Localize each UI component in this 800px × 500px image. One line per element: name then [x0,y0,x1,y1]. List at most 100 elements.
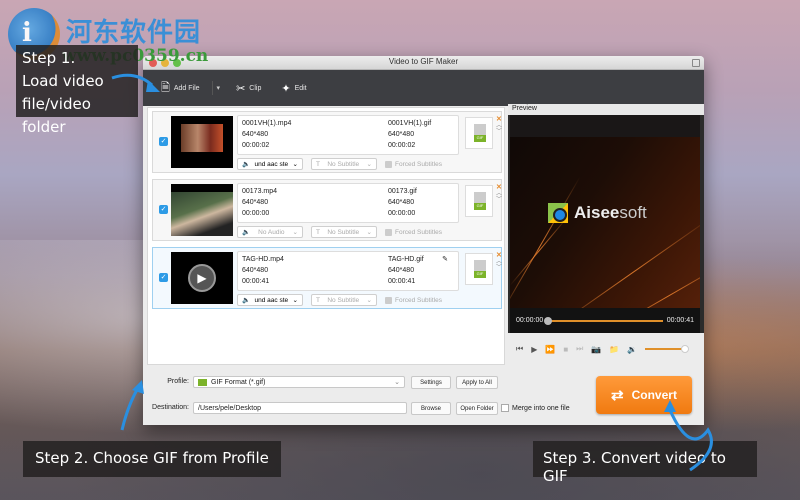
scissors-icon: ✂ [236,82,246,95]
reorder-arrows-icon[interactable]: ︿ ﹀ [496,259,502,271]
remove-file-icon[interactable]: ✕ [496,183,502,191]
remove-file-icon[interactable]: ✕ [496,251,502,259]
file-list: ✓ 0001VH(1).mp4 640*480 00:00:02 0001VH(… [147,107,505,365]
destination-label: Destination: [152,404,189,411]
volume-icon: 🔉 [627,344,638,354]
profile-label: Profile: [167,378,189,385]
file-checkbox[interactable]: ✓ [159,273,168,282]
subtitle-select[interactable]: T No Subtitle ⌄ [311,158,377,170]
forced-subtitles-checkbox[interactable]: Forced Subtitles [385,296,442,304]
fast-forward-icon[interactable]: ⏩ [545,345,555,354]
video-thumbnail: ▶ [171,252,233,304]
play-icon[interactable]: ▶ [531,345,537,354]
output-settings: Profile: GIF Format (*.gif) ⌄ Settings A… [143,365,704,425]
audio-track-select[interactable]: 🔈 No Audio ⌄ [237,226,303,238]
subtitle-select[interactable]: T No Subtitle ⌄ [311,294,377,306]
remove-file-icon[interactable]: ✕ [496,115,502,123]
subtitle-select[interactable]: T No Subtitle ⌄ [311,226,377,238]
fullscreen-icon[interactable] [692,59,700,67]
step3-callout: Step 3. Convert video to GIF [533,441,757,485]
add-file-button[interactable]: 🗎 Add File [153,76,208,100]
title-bar: Video to GIF Maker [143,56,704,70]
camera-icon[interactable]: 📷 [591,345,601,354]
output-format-button[interactable] [465,117,493,149]
gif-file-icon [474,260,486,278]
convert-button[interactable]: ⇄ Convert [596,376,692,414]
audio-track-select[interactable]: 🔈 und aac ste ⌄ [237,158,303,170]
seek-handle[interactable] [544,316,553,325]
browse-button[interactable]: Browse [411,402,451,415]
file-row[interactable]: ✓ ▶ TAG-HD.mp4 640*480 00:00:41 TAG-HD.g… [152,247,502,309]
play-icon[interactable]: ▶ [188,264,216,292]
current-time: 00:00:00 [516,317,544,324]
output-format-button[interactable] [465,253,493,285]
file-row[interactable]: ✓ 0001VH(1).mp4 640*480 00:00:02 0001VH(… [152,111,502,173]
clip-button[interactable]: ✂ Clip [228,76,269,100]
stop-icon[interactable]: ■ [563,345,568,354]
video-preview: Aiseesoft [510,115,700,333]
step2-callout: Step 2. Choose GIF from Profile [23,441,281,477]
app-window: Video to GIF Maker 🗎 Add File ▾ ✂ Clip ✦… [143,56,704,425]
preview-label: Preview [508,104,704,115]
text-icon: T [316,160,320,168]
speaker-icon: 🔈 [242,297,251,304]
forced-subtitles-checkbox[interactable]: Forced Subtitles [385,228,442,236]
pencil-icon[interactable]: ✎ [442,255,448,263]
reorder-arrows-icon[interactable]: ︿ ﹀ [496,123,502,135]
output-format-button[interactable] [465,185,493,217]
file-checkbox[interactable]: ✓ [159,205,168,214]
clip-label: Clip [249,84,262,92]
reorder-arrows-icon[interactable]: ︿ ﹀ [496,191,502,203]
file-checkbox[interactable]: ✓ [159,137,168,146]
forced-subtitles-checkbox[interactable]: Forced Subtitles [385,160,442,168]
volume-handle[interactable] [681,345,690,353]
output-duration: 00:00:02 [388,142,416,149]
audio-track-select[interactable]: 🔈 und aac ste ⌄ [237,294,303,306]
source-resolution: 640*480 [242,199,269,206]
output-resolution: 640*480 [388,199,415,206]
profile-select[interactable]: GIF Format (*.gif) ⌄ [193,376,405,388]
text-icon: T [316,228,320,236]
folder-icon[interactable]: 📁 [609,345,619,354]
merge-checkbox[interactable]: Merge into one file [501,404,570,412]
speaker-icon: 🔈 [242,161,251,168]
file-info: 0001VH(1).mp4 640*480 00:00:02 0001VH(1)… [237,115,459,155]
chevron-down-icon: ⌄ [366,297,372,304]
brand-name-bold: Aisee [574,203,620,222]
output-resolution: 640*480 [388,267,415,274]
file-row[interactable]: ✓ 00173.mp4 640*480 00:00:00 00173.gif 6… [152,179,502,241]
output-duration: 00:00:41 [388,278,416,285]
speaker-icon: 🔈 [242,229,251,236]
chevron-down-icon: ⌄ [366,229,372,236]
apply-to-all-button[interactable]: Apply to All [456,376,498,389]
destination-input[interactable]: /Users/pele/Desktop [193,402,407,414]
add-file-label: Add File [173,84,200,92]
aiseesoft-logo-icon [548,203,568,223]
add-file-dropdown[interactable]: ▾ [211,81,225,95]
brand-logo: Aiseesoft [548,203,647,223]
seek-slider[interactable] [544,316,663,325]
text-icon: T [316,296,320,304]
video-thumbnail [171,184,233,236]
gif-format-icon [198,378,207,386]
main-content: ✓ 0001VH(1).mp4 640*480 00:00:02 0001VH(… [143,104,704,365]
watermark-site-name: 河东软件园 [66,18,202,48]
edit-button[interactable]: ✦ Edit [273,76,314,100]
edit-label: Edit [294,84,307,92]
file-info: 00173.mp4 640*480 00:00:00 00173.gif 640… [237,183,459,223]
source-resolution: 640*480 [242,131,269,138]
settings-button[interactable]: Settings [411,376,451,389]
skip-forward-icon[interactable]: ⏭ [576,344,583,354]
source-filename: 0001VH(1).mp4 [242,120,292,127]
window-title: Video to GIF Maker [388,57,459,66]
add-file-icon: 🗎 [161,81,170,94]
open-folder-button[interactable]: Open Folder [456,402,498,415]
output-filename: TAG-HD.gif [388,256,424,263]
output-duration: 00:00:00 [388,210,416,217]
output-resolution: 640*480 [388,131,415,138]
convert-refresh-icon: ⇄ [611,387,624,404]
chevron-down-icon: ⌄ [292,297,298,304]
skip-back-icon[interactable]: ⏮ [516,344,523,354]
file-info: TAG-HD.mp4 640*480 00:00:41 TAG-HD.gif 6… [237,251,459,291]
volume-slider[interactable] [645,345,690,353]
